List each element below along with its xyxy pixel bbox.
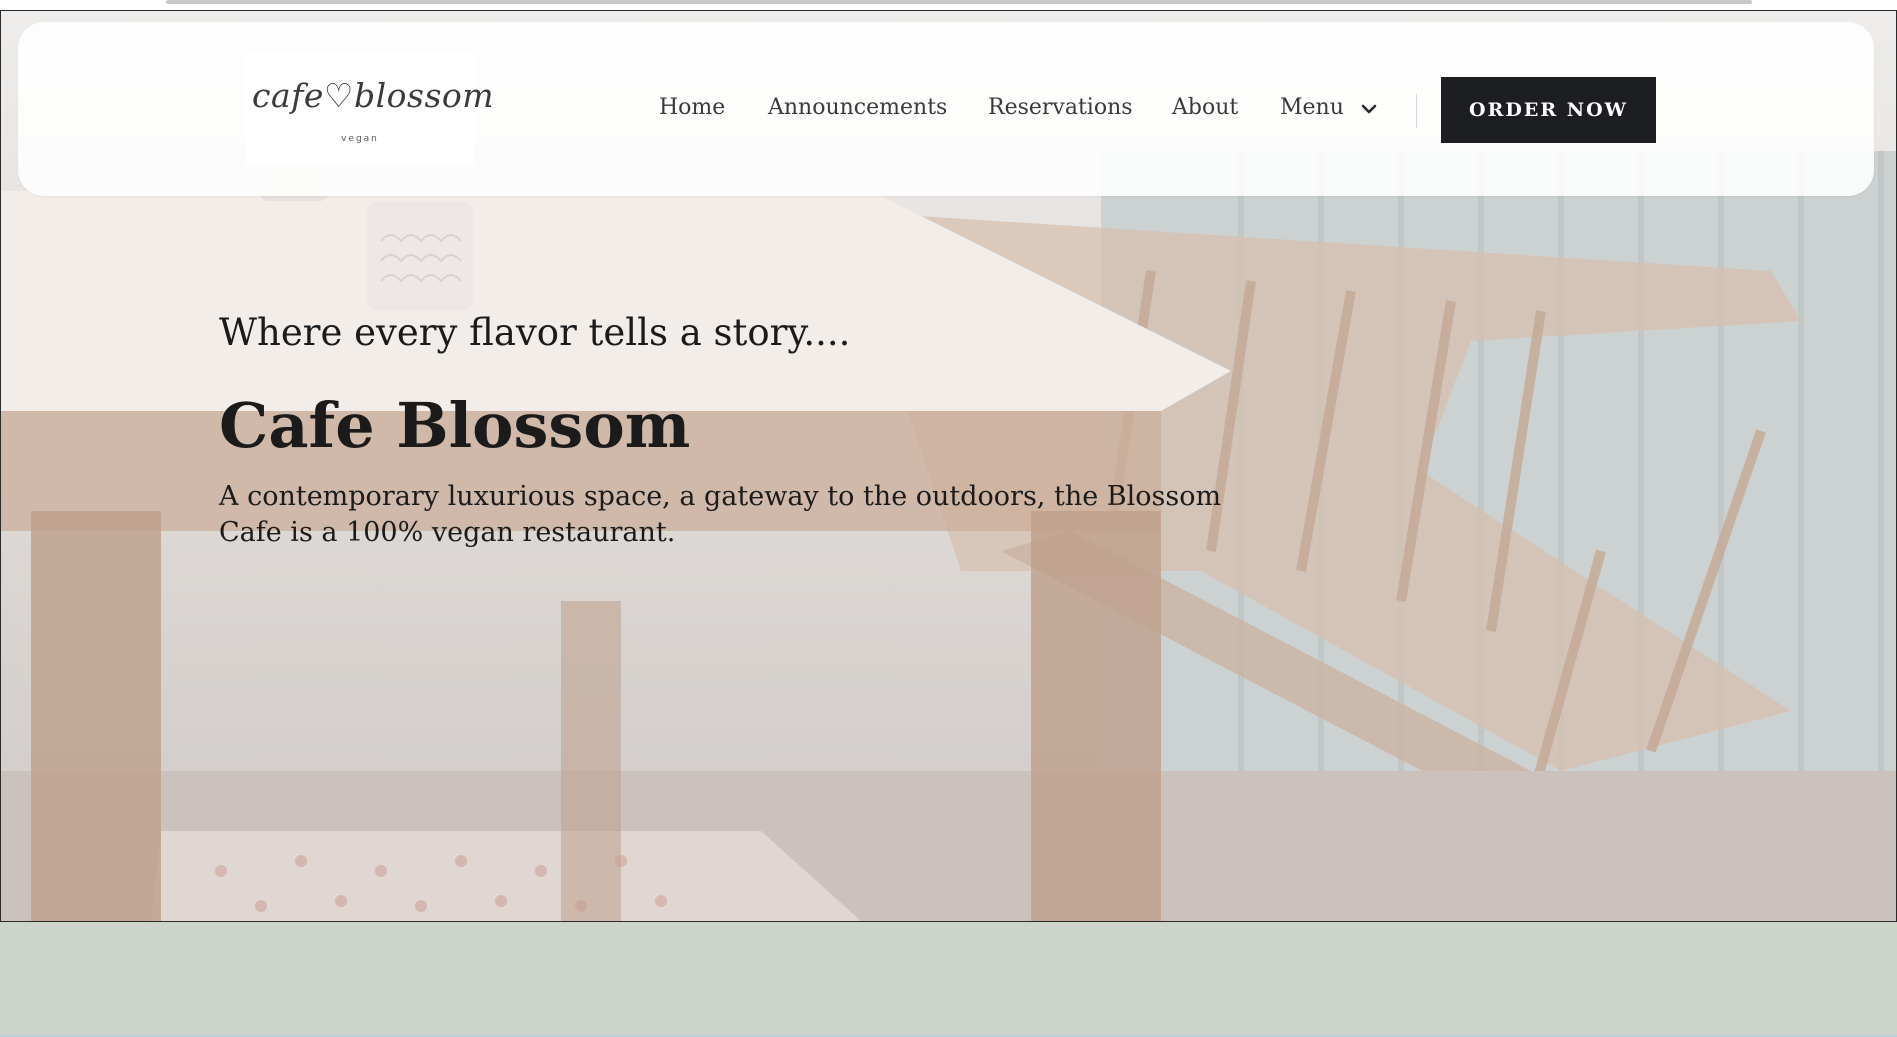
horizontal-scrollbar[interactable]: [166, 0, 1752, 4]
nav-about[interactable]: About: [1172, 95, 1238, 120]
order-now-button[interactable]: ORDER NOW: [1441, 77, 1656, 143]
hero-section: cafe♡blossom vegan Home Announcements Re…: [0, 10, 1897, 922]
logo[interactable]: cafe♡blossom vegan: [246, 54, 495, 166]
section-band: [0, 922, 1897, 1034]
nav-menu-label: Menu: [1280, 95, 1344, 120]
nav-announcements[interactable]: Announcements: [768, 95, 947, 120]
browser-top-strip: [0, 0, 1897, 10]
site-navbar: cafe♡blossom vegan Home Announcements Re…: [18, 22, 1874, 196]
nav-reservations[interactable]: Reservations: [988, 95, 1133, 120]
logo-subtext: vegan: [341, 134, 379, 144]
nav-menu-dropdown[interactable]: Menu: [1280, 95, 1377, 121]
chevron-down-icon: [1361, 96, 1377, 121]
hero-tagline: Where every flavor tells a story....: [219, 311, 851, 354]
logo-script-text: cafe♡blossom: [252, 76, 495, 115]
nav-divider: [1416, 94, 1417, 128]
nav-home[interactable]: Home: [659, 95, 725, 120]
hero-description: A contemporary luxurious space, a gatewa…: [219, 481, 1222, 548]
hero-title: Cafe Blossom: [219, 389, 691, 462]
